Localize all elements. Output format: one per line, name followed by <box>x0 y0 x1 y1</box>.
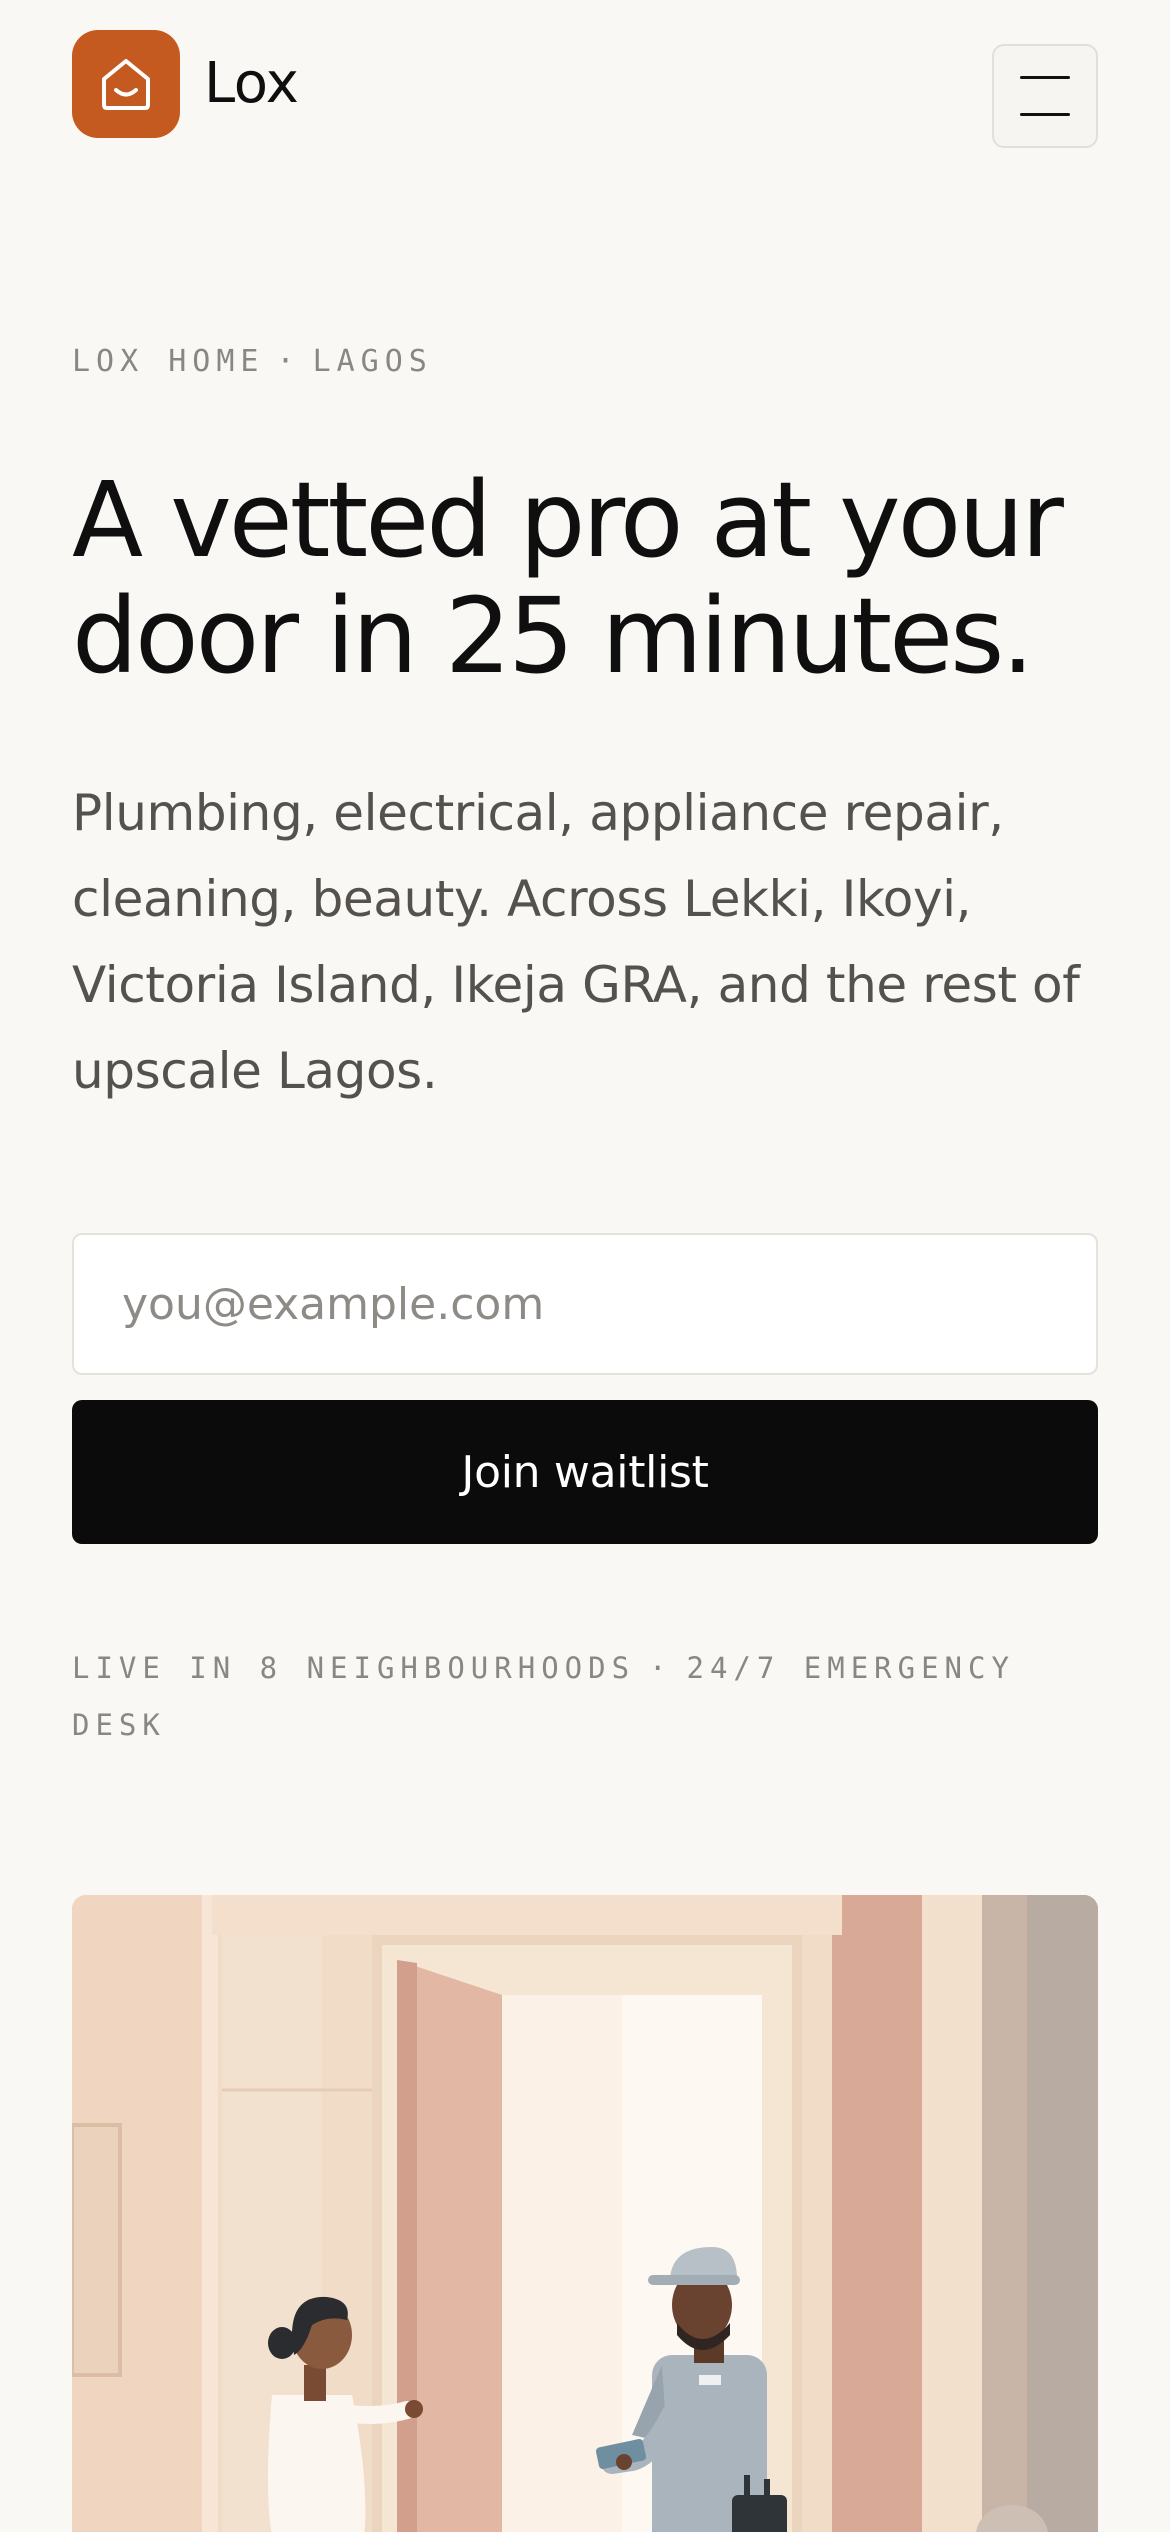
hamburger-menu-icon-line <box>1020 113 1070 116</box>
eyebrow-brand: LOX HOME <box>72 344 265 379</box>
brand-logo[interactable] <box>72 30 180 138</box>
email-input[interactable] <box>72 1233 1098 1375</box>
coverage-separator: · <box>649 1651 673 1685</box>
landing-page: Lox LOX HOME · LAGOS A vetted pro at your … <box>0 0 1170 2532</box>
join-waitlist-button[interactable]: Join waitlist <box>72 1400 1098 1544</box>
coverage-neighbourhoods: LIVE IN 8 NEIGHBOURHOODS <box>72 1651 636 1685</box>
illustration-art <box>72 1895 1098 2532</box>
doorway-illustration <box>72 1895 1098 2532</box>
smiling-house-icon <box>102 59 150 110</box>
hero-headline: A vetted pro at your door in 25 minutes. <box>72 459 1064 697</box>
brand-name[interactable]: Lox <box>204 48 299 120</box>
eyebrow-city: LAGOS <box>312 344 433 379</box>
hero-eyebrow: LOX HOME · LAGOS <box>72 342 433 382</box>
site-header: Lox <box>72 30 1098 150</box>
hero-subtitle: Plumbing, electrical, appliance repair, … <box>72 784 1080 1100</box>
menu-button[interactable] <box>992 44 1098 148</box>
eyebrow-separator: · <box>276 344 301 379</box>
coverage-note: LIVE IN 8 NEIGHBOURHOODS · 24/7 EMERGENCY … <box>72 1640 1098 1754</box>
hamburger-menu-icon <box>1020 76 1070 79</box>
